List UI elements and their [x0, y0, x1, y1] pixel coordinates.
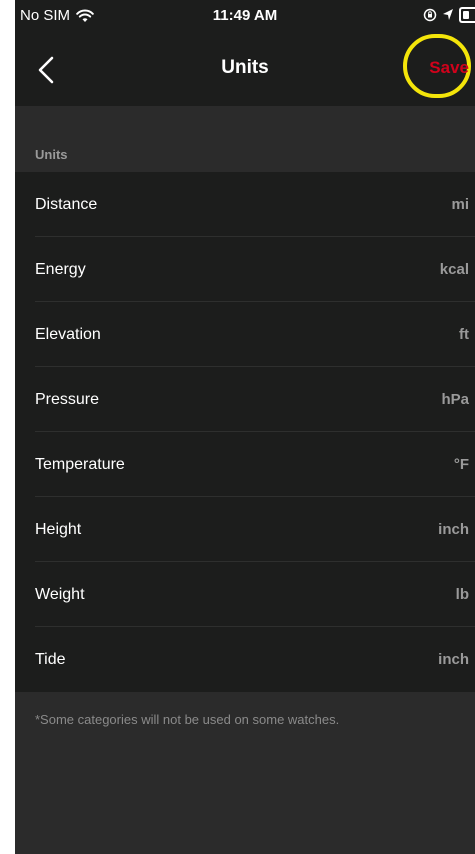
unit-value: inch	[438, 651, 469, 668]
unit-value: lb	[455, 586, 469, 603]
section-header: Units	[15, 106, 475, 172]
units-screen: No SIM 11:49 AM Units Save Units Distanc…	[15, 0, 475, 854]
units-list: Distance mi Energy kcal Elevation ft Pre…	[15, 172, 475, 692]
save-button[interactable]: Save	[429, 58, 469, 78]
battery-icon	[459, 7, 475, 23]
unit-label: Tide	[35, 650, 66, 668]
unit-label: Weight	[35, 585, 85, 603]
unit-value: ft	[459, 326, 469, 343]
status-bar: No SIM 11:49 AM	[15, 0, 475, 34]
unit-row-energy[interactable]: Energy kcal	[15, 237, 475, 302]
section-title: Units	[35, 147, 68, 162]
unit-label: Distance	[35, 195, 98, 213]
unit-row-tide[interactable]: Tide inch	[15, 627, 475, 692]
unit-row-height[interactable]: Height inch	[15, 497, 475, 562]
unit-row-elevation[interactable]: Elevation ft	[15, 302, 475, 367]
unit-label: Pressure	[35, 390, 100, 408]
unit-label: Temperature	[35, 455, 125, 473]
unit-value: mi	[451, 196, 469, 213]
unit-row-pressure[interactable]: Pressure hPa	[15, 367, 475, 432]
unit-row-weight[interactable]: Weight lb	[15, 562, 475, 627]
location-icon	[442, 8, 454, 22]
orientation-lock-icon	[423, 8, 437, 22]
status-right	[423, 7, 475, 23]
navigation-bar: Units Save	[15, 34, 475, 106]
unit-value: hPa	[441, 391, 469, 408]
unit-value: kcal	[439, 261, 469, 278]
unit-value: °F	[453, 456, 469, 473]
unit-label: Height	[35, 520, 82, 538]
status-time: 11:49 AM	[212, 7, 278, 24]
footer-note: *Some categories will not be used on som…	[35, 712, 340, 727]
unit-row-distance[interactable]: Distance mi	[15, 172, 475, 237]
unit-label: Energy	[35, 260, 86, 278]
unit-value: inch	[438, 521, 469, 538]
unit-label: Elevation	[35, 325, 101, 343]
unit-row-temperature[interactable]: Temperature °F	[15, 432, 475, 497]
